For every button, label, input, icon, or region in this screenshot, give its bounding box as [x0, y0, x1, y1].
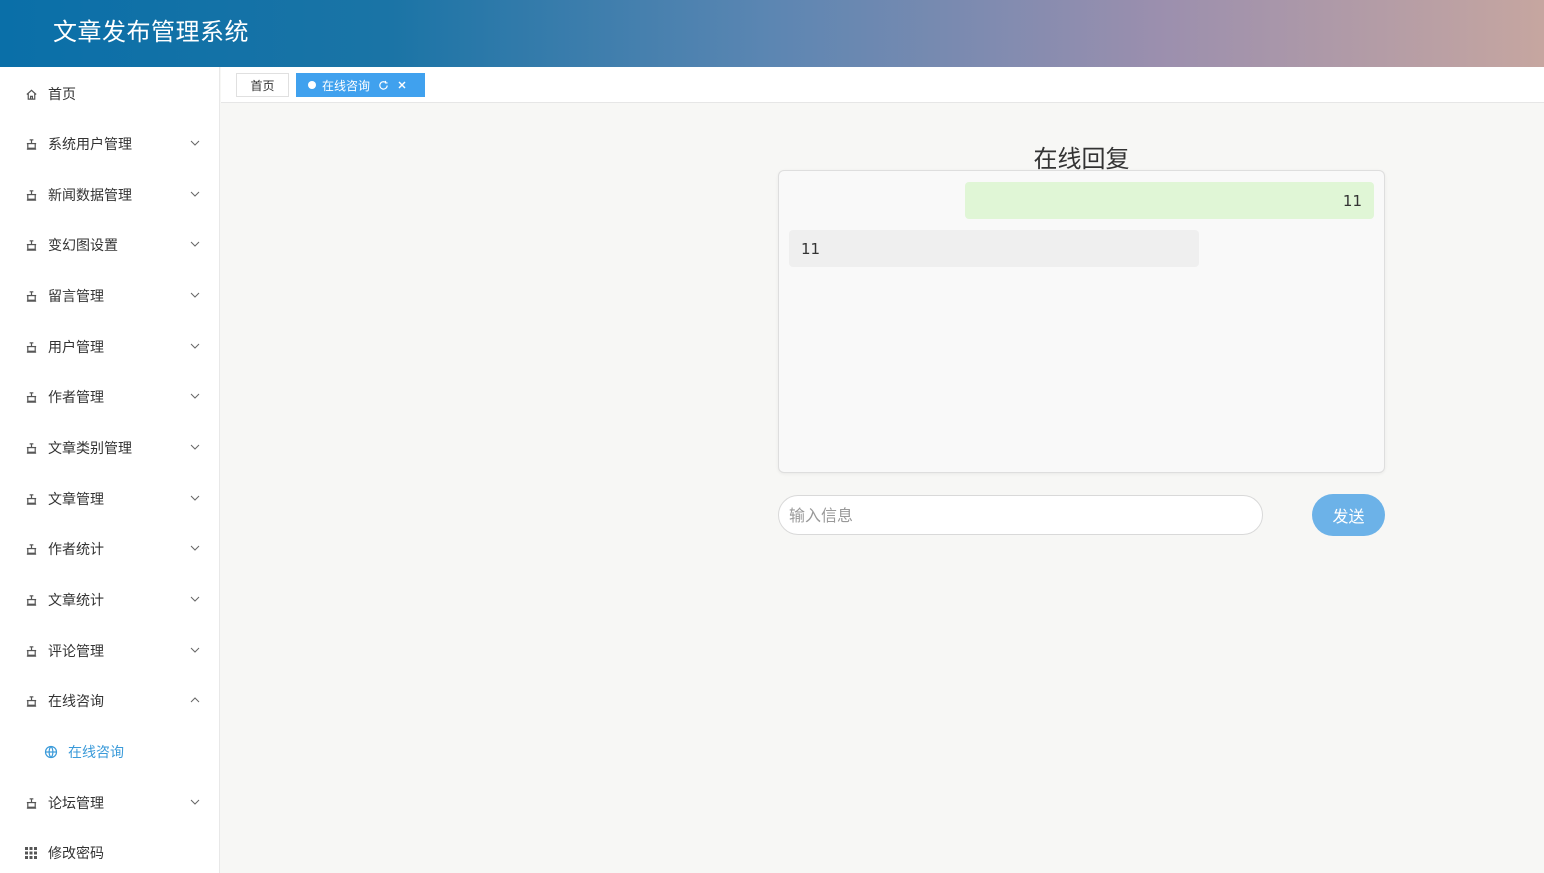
sidebar-item-label: 论坛管理 [48, 796, 104, 812]
sidebar-item-label: 文章统计 [48, 593, 104, 609]
chevron-down-icon [189, 238, 201, 250]
sidebar-item-authors[interactable]: 作者管理 [0, 377, 220, 417]
sidebar-item-news-data[interactable]: 新闻数据管理 [0, 175, 220, 215]
message-input[interactable] [778, 495, 1263, 535]
app-header: 文章发布管理系统 [0, 0, 1544, 67]
menu-icon [24, 441, 38, 455]
menu-icon [24, 644, 38, 658]
sidebar-item-label: 系统用户管理 [48, 137, 132, 153]
chevron-down-icon [189, 492, 201, 504]
send-button[interactable]: 发送 [1312, 494, 1385, 536]
home-icon [24, 87, 38, 101]
sidebar-item-change-password[interactable]: 修改密码 [0, 833, 220, 873]
sidebar-item-system-users[interactable]: 系统用户管理 [0, 124, 220, 164]
sidebar-item-article-categories[interactable]: 文章类别管理 [0, 428, 220, 468]
sidebar-item-forum[interactable]: 论坛管理 [0, 783, 220, 823]
message-text: 11 [801, 239, 821, 258]
menu-icon [24, 238, 38, 252]
sidebar-item-label: 首页 [48, 87, 76, 103]
sidebar-item-label: 留言管理 [48, 289, 104, 305]
sidebar-item-article-stats[interactable]: 文章统计 [0, 580, 220, 620]
sidebar-item-carousel[interactable]: 变幻图设置 [0, 225, 220, 265]
chevron-up-icon [189, 694, 201, 706]
menu-icon [24, 289, 38, 303]
menu-icon [24, 340, 38, 354]
sidebar-item-comments[interactable]: 评论管理 [0, 631, 220, 671]
tabs-bar: 首页 在线咨询 [221, 67, 1544, 103]
chat-message-sent: 11 [965, 182, 1374, 219]
chevron-down-icon [189, 340, 201, 352]
sidebar-item-label: 文章管理 [48, 492, 104, 508]
sidebar-item-users[interactable]: 用户管理 [0, 327, 220, 367]
sidebar-subitem-online-consult[interactable]: 在线咨询 [0, 732, 220, 772]
tab-label: 首页 [250, 78, 275, 93]
chevron-down-icon [189, 441, 201, 453]
tab-online-consult[interactable]: 在线咨询 [296, 73, 425, 97]
sidebar-item-label: 评论管理 [48, 644, 104, 660]
message-text: 11 [1342, 191, 1362, 210]
menu-icon [24, 390, 38, 404]
sidebar-item-label: 作者管理 [48, 390, 104, 406]
chevron-down-icon [189, 289, 201, 301]
chevron-down-icon [189, 390, 201, 402]
chevron-down-icon [189, 593, 201, 605]
sidebar-item-label: 作者统计 [48, 542, 104, 558]
chevron-down-icon [189, 542, 201, 554]
active-dot-icon [308, 81, 316, 89]
refresh-icon[interactable] [377, 79, 389, 91]
chat-title: 在线回复 [1033, 145, 1130, 173]
sidebar-item-label: 文章类别管理 [48, 441, 132, 457]
sidebar-item-articles[interactable]: 文章管理 [0, 479, 220, 519]
sidebar-item-messages[interactable]: 留言管理 [0, 276, 220, 316]
chevron-down-icon [189, 796, 201, 808]
menu-icon [24, 542, 38, 556]
sidebar: 首页 系统用户管理 新闻数据管理 变幻图设置 留言管理 用户管理 作者管理 文章… [0, 67, 220, 873]
sidebar-item-author-stats[interactable]: 作者统计 [0, 529, 220, 569]
app-title: 文章发布管理系统 [53, 18, 249, 46]
menu-icon [24, 593, 38, 607]
sidebar-item-label: 新闻数据管理 [48, 188, 132, 204]
chevron-down-icon [189, 644, 201, 656]
tab-home[interactable]: 首页 [236, 73, 289, 97]
tab-label: 在线咨询 [322, 78, 371, 93]
menu-icon [24, 137, 38, 151]
menu-icon [24, 796, 38, 810]
sidebar-item-label: 修改密码 [48, 846, 104, 862]
sidebar-item-label: 在线咨询 [48, 694, 104, 710]
chevron-down-icon [189, 137, 201, 149]
chat-message-received: 11 [789, 230, 1199, 267]
chat-messages-panel[interactable]: 11 11 [778, 170, 1385, 473]
sidebar-item-label: 在线咨询 [68, 745, 124, 761]
sidebar-item-label: 变幻图设置 [48, 238, 118, 254]
chevron-down-icon [189, 188, 201, 200]
menu-icon [24, 492, 38, 506]
sidebar-item-online-consult[interactable]: 在线咨询 [0, 681, 220, 721]
sidebar-item-home[interactable]: 首页 [0, 74, 220, 114]
menu-icon [24, 694, 38, 708]
sidebar-item-label: 用户管理 [48, 340, 104, 356]
menu-icon [24, 188, 38, 202]
globe-icon [44, 745, 58, 759]
close-icon[interactable] [396, 79, 408, 91]
grid-icon [24, 846, 38, 860]
